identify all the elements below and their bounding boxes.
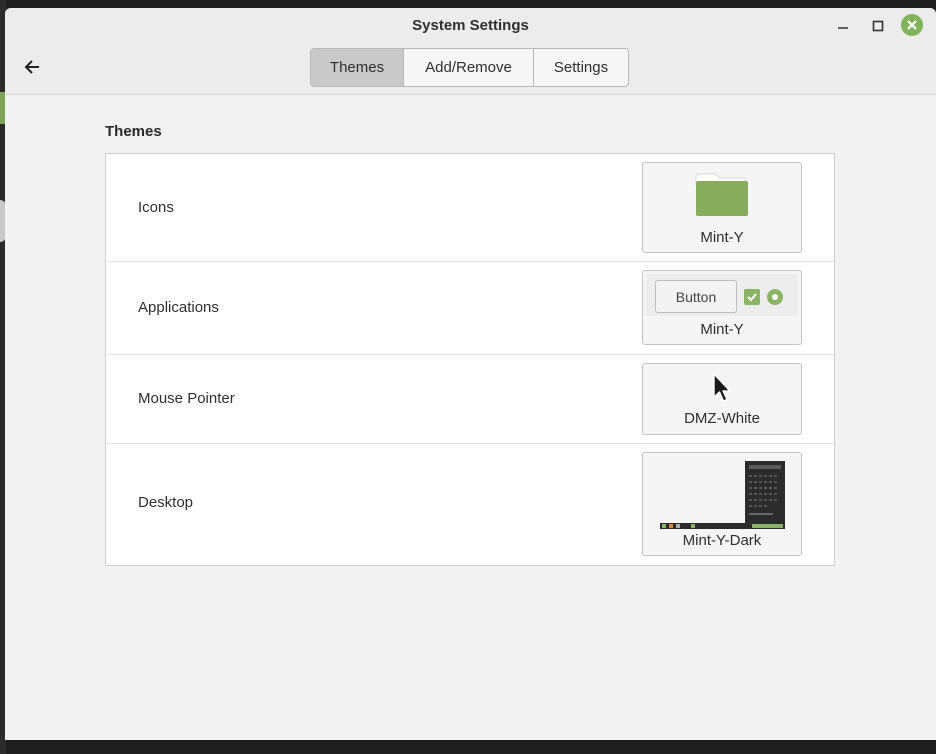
tab-add-remove[interactable]: Add/Remove <box>404 49 534 86</box>
folder-icon <box>695 173 748 216</box>
section-title: Themes <box>105 123 162 140</box>
maximize-icon <box>872 20 884 32</box>
row-label-desktop: Desktop <box>138 494 194 511</box>
maximize-button[interactable] <box>866 16 890 36</box>
radio-icon <box>767 289 783 305</box>
row-label-icons: Icons <box>138 199 174 216</box>
mouse-pointer-theme-value: DMZ-White <box>684 410 760 427</box>
applications-theme-chooser[interactable]: Button Mint-Y <box>642 270 802 345</box>
mouse-pointer-theme-chooser[interactable]: DMZ-White <box>642 363 802 435</box>
minimize-icon <box>838 27 848 29</box>
icons-theme-value: Mint-Y <box>700 229 744 246</box>
settings-window: System Settings Themes Add/Remove Settin… <box>5 8 936 740</box>
row-mouse-pointer: Mouse Pointer DMZ-White <box>106 354 834 444</box>
close-icon <box>907 20 917 30</box>
row-applications: Applications Button Mint-Y <box>106 261 834 355</box>
arrow-left-icon <box>24 60 39 74</box>
row-label-applications: Applications <box>138 299 219 316</box>
cursor-icon <box>713 373 731 402</box>
desktop-theme-value: Mint-Y-Dark <box>682 532 762 549</box>
desktop-preview-icon <box>660 461 785 529</box>
close-button[interactable] <box>901 14 923 36</box>
desktop-theme-chooser[interactable]: Mint-Y-Dark <box>642 452 802 556</box>
tab-settings[interactable]: Settings <box>534 49 628 86</box>
window-title: System Settings <box>412 17 529 34</box>
themes-panel: Icons Mint-Y Applications Button Mint-Y <box>105 153 835 566</box>
preview-button: Button <box>655 280 737 313</box>
header-bar: System Settings Themes Add/Remove Settin… <box>5 8 936 95</box>
icons-theme-chooser[interactable]: Mint-Y <box>642 162 802 253</box>
row-desktop: Desktop Mint-Y-Dark <box>106 443 834 565</box>
tab-themes[interactable]: Themes <box>311 49 404 86</box>
tab-bar: Themes Add/Remove Settings <box>310 48 629 87</box>
minimize-button[interactable] <box>831 16 855 36</box>
back-button[interactable] <box>21 56 43 78</box>
row-icons: Icons Mint-Y <box>106 154 834 262</box>
applications-theme-value: Mint-Y <box>700 321 744 338</box>
checkbox-icon <box>744 289 760 305</box>
row-label-mouse-pointer: Mouse Pointer <box>138 390 235 407</box>
